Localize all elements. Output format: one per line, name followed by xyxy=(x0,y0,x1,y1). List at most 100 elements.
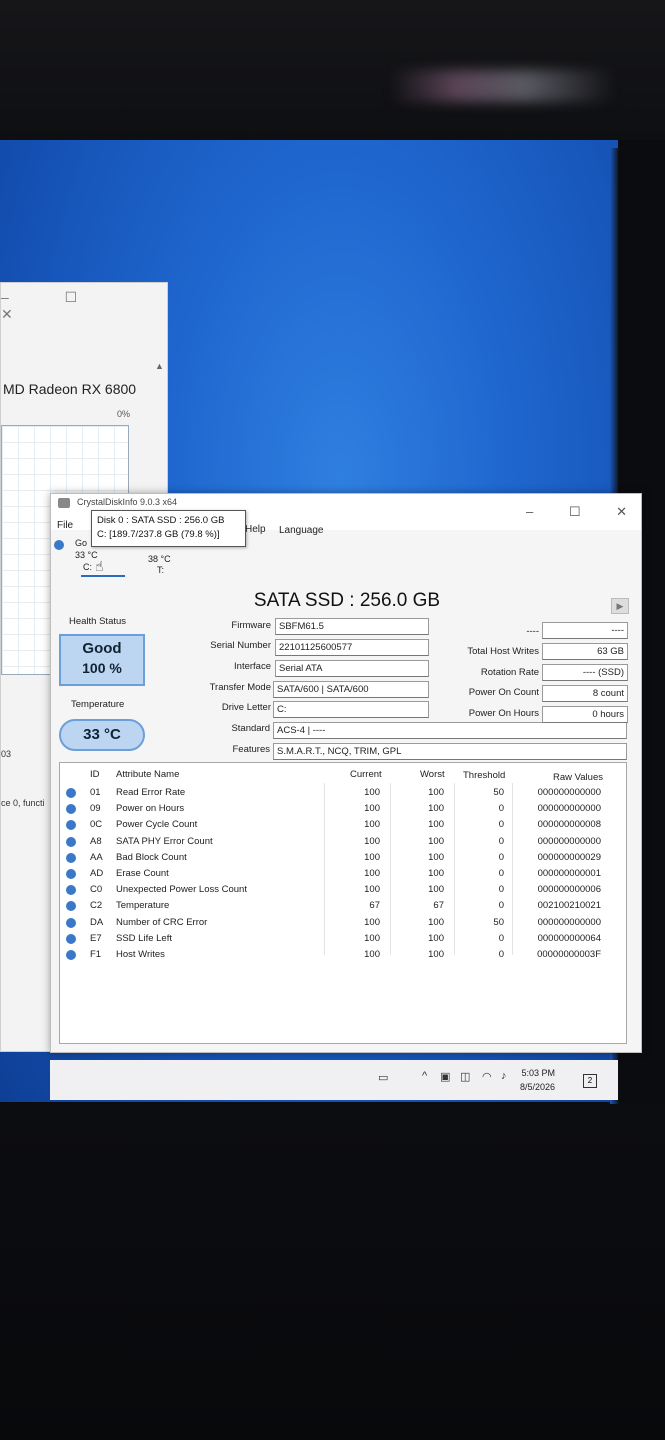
next-disk-button[interactable]: ▶ xyxy=(611,598,629,614)
table-row[interactable]: E7 SSD Life Left 100 100 0 000000000064 xyxy=(60,931,626,947)
close-button[interactable]: ✕ xyxy=(616,504,627,519)
cell-attribute-name: Host Writes xyxy=(116,949,165,960)
transfer-mode-label: Transfer Mode xyxy=(209,682,271,693)
cell-threshold: 0 xyxy=(498,932,504,944)
table-row[interactable]: 09 Power on Hours 100 100 0 000000000000 xyxy=(60,801,626,817)
gpu-usage: 0% xyxy=(117,409,131,419)
status-dot-icon xyxy=(66,836,76,847)
header-threshold[interactable]: Threshold xyxy=(463,770,505,781)
cell-raw-value: 000000000064 xyxy=(537,932,601,944)
scroll-up-icon[interactable]: ▲ xyxy=(155,361,165,371)
cell-current: 67 xyxy=(369,900,380,912)
keyboard-icon[interactable]: ▭ xyxy=(378,1071,388,1084)
health-status-box[interactable]: Good 100 % xyxy=(59,634,145,686)
disk-0-status[interactable]: Go xyxy=(75,538,87,548)
tray-app-icon[interactable]: ▣ xyxy=(440,1070,450,1083)
header-worst[interactable]: Worst xyxy=(420,769,445,780)
cell-current: 100 xyxy=(364,932,380,944)
status-dot-icon xyxy=(66,788,76,798)
header-raw-values[interactable]: Raw Values xyxy=(553,772,603,783)
disk-1-letter[interactable]: T: xyxy=(157,565,164,575)
cell-raw-value: 000000000000 xyxy=(537,787,601,798)
cell-raw-value: 000000000000 xyxy=(537,916,601,928)
interface-label: Interface xyxy=(234,661,271,672)
cell-worst: 100 xyxy=(428,851,444,863)
features-field: S.M.A.R.T., NCQ, TRIM, GPL xyxy=(273,743,627,760)
cell-raw-value: 000000000008 xyxy=(537,819,601,831)
cell-worst: 100 xyxy=(428,819,444,831)
header-attribute-name[interactable]: Attribute Name xyxy=(116,769,179,780)
cell-current: 100 xyxy=(364,819,380,831)
cell-attribute-name: Power on Hours xyxy=(116,803,185,815)
drive-letter-field: C: xyxy=(273,701,429,718)
header-current[interactable]: Current xyxy=(350,769,382,780)
drive-model: SATA SSD : 256.0 GB xyxy=(253,590,441,611)
status-dot-icon xyxy=(66,901,76,912)
cell-raw-value: 00000000003F xyxy=(537,949,601,960)
selected-disk-indicator xyxy=(81,575,125,577)
cell-raw-value: 000000000029 xyxy=(537,851,601,863)
smart-header: ID Attribute Name Current Worst Threshol… xyxy=(60,765,626,783)
cell-worst: 100 xyxy=(428,868,444,879)
cell-attribute-name: SATA PHY Error Count xyxy=(116,835,213,847)
cell-id: F1 xyxy=(90,949,102,960)
status-dot-icon xyxy=(66,885,76,896)
disk-1-temp[interactable]: 38 °C xyxy=(148,554,171,564)
disk-tooltip: Disk 0 : SATA SSD : 256.0 GB C: [189.7/2… xyxy=(91,510,246,547)
clock-date: 8/5/2026 xyxy=(520,1082,556,1092)
notification-icon[interactable]: 2 xyxy=(583,1074,597,1088)
cell-id: A8 xyxy=(90,835,102,847)
minimize-button[interactable]: – xyxy=(526,504,533,519)
table-row[interactable]: 01 Read Error Rate 100 100 50 000000000000 xyxy=(60,785,626,801)
window-controls: – ☐ ✕ xyxy=(494,504,627,520)
chevron-up-icon[interactable]: ^ xyxy=(422,1070,427,1082)
disk-0-letter[interactable]: C: xyxy=(83,562,92,572)
health-status-label: Health Status xyxy=(69,616,127,627)
table-row[interactable]: 0C Power Cycle Count 100 100 0 000000000008 xyxy=(60,817,626,833)
status-dot-icon xyxy=(66,869,76,879)
power-on-count-field: 8 count xyxy=(542,685,628,702)
tooltip-line-2: C: [189.7/237.8 GB (79.8 %)] xyxy=(97,529,220,540)
status-dot-icon xyxy=(66,933,76,944)
bezel-glare xyxy=(390,70,615,102)
rotation-rate-field: ---- (SSD) xyxy=(542,664,628,681)
taskbar-clock[interactable]: 5:03 PM 8/5/2026 xyxy=(520,1066,555,1094)
background-text-a: 03 xyxy=(1,749,12,759)
volume-icon[interactable]: ♪ xyxy=(501,1070,507,1082)
menu-language[interactable]: Language xyxy=(279,525,324,536)
table-row[interactable]: A8 SATA PHY Error Count 100 100 0 00000000000… xyxy=(60,834,626,850)
background-window-controls[interactable]: – ☐ ✕ xyxy=(1,289,157,323)
standard-label: Standard xyxy=(231,723,270,734)
table-row[interactable]: AD Erase Count 100 100 0 000000000001 xyxy=(60,866,626,882)
cell-raw-value: 000000000001 xyxy=(537,868,601,879)
table-row[interactable]: DA Number of CRC Error 100 100 50 00000000000… xyxy=(60,915,626,931)
cell-current: 100 xyxy=(364,868,380,879)
menu-file[interactable]: File xyxy=(57,520,73,531)
tray-app-icon-2[interactable]: ◫ xyxy=(460,1070,470,1083)
hand-cursor-icon: ☝ xyxy=(95,558,104,574)
table-row[interactable]: F1 Host Writes 100 100 0 00000000003F xyxy=(60,947,626,963)
cell-worst: 100 xyxy=(428,803,444,815)
health-status-value: Good xyxy=(82,640,122,657)
cell-attribute-name: Number of CRC Error xyxy=(116,916,208,928)
taskbar: ▭ ^ ▣ ◫ ◠ ♪ 5:03 PM 8/5/2026 2 xyxy=(50,1060,618,1100)
cell-current: 100 xyxy=(364,803,380,815)
header-id[interactable]: ID xyxy=(90,769,100,780)
cell-current: 100 xyxy=(364,916,380,928)
cell-worst: 100 xyxy=(428,949,444,960)
table-row[interactable]: AA Bad Block Count 100 100 0 000000000029 xyxy=(60,850,626,866)
table-row[interactable]: C0 Unexpected Power Loss Count 100 100 0 0000… xyxy=(60,882,626,898)
smart-table[interactable]: ID Attribute Name Current Worst Threshol… xyxy=(59,762,627,1044)
total-host-writes-label: Total Host Writes xyxy=(467,646,539,657)
cell-raw-value: 002100210021 xyxy=(537,900,601,912)
status-dot-icon xyxy=(66,917,76,928)
menu-help[interactable]: Help xyxy=(245,524,266,535)
crystaldiskinfo-window[interactable]: CrystalDiskInfo 9.0.3 x64 – ☐ ✕ File Hel… xyxy=(50,493,642,1053)
cell-worst: 100 xyxy=(428,835,444,847)
table-row[interactable]: C2 Temperature 67 67 0 002100210021 xyxy=(60,898,626,914)
cell-current: 100 xyxy=(364,949,380,960)
wifi-icon[interactable]: ◠ xyxy=(482,1070,492,1083)
firmware-label: Firmware xyxy=(231,620,271,631)
maximize-button[interactable]: ☐ xyxy=(569,504,581,519)
temperature-box[interactable]: 33 °C xyxy=(59,719,145,751)
